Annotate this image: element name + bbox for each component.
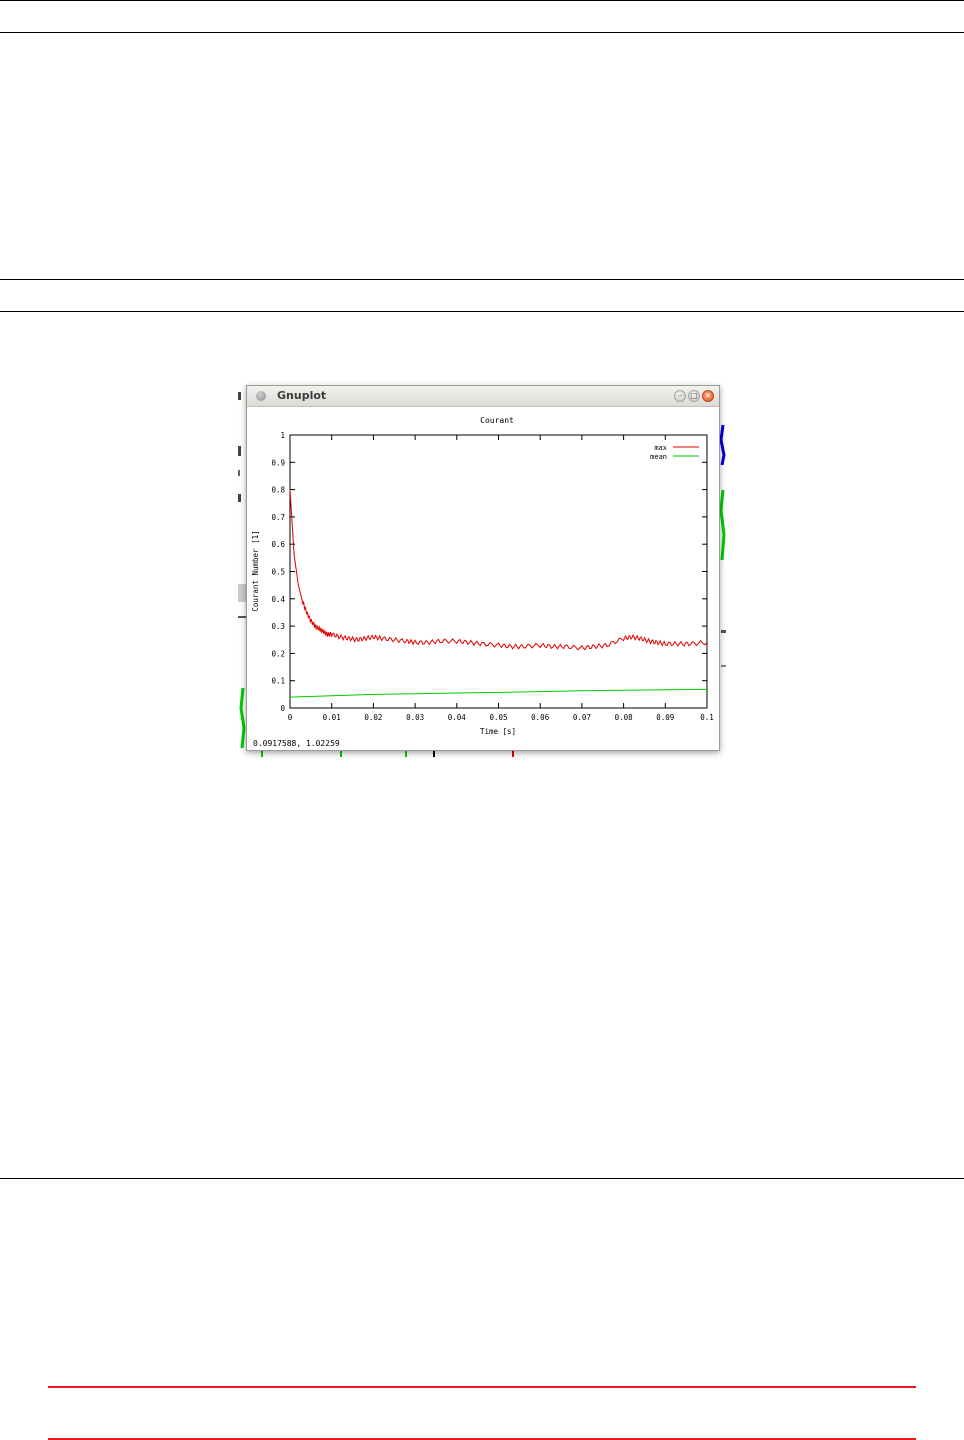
chart-title: Courant [480, 416, 514, 425]
x-tick-label: 0.08 [615, 713, 634, 722]
series-lines [289, 489, 708, 698]
window-title: Gnuplot [277, 389, 327, 402]
window-titlebar[interactable]: Gnuplot – □ × [247, 386, 719, 407]
page-rule [0, 1178, 964, 1179]
y-tick-label: 0.7 [271, 513, 285, 522]
minimize-icon[interactable]: – [674, 390, 686, 402]
x-tick-label: 0.09 [656, 713, 674, 722]
x-tick-label: 0.03 [406, 713, 424, 722]
y-tick-label: 0.9 [271, 458, 285, 467]
gnuplot-window[interactable]: Gnuplot – □ × Courant 0 0.1 0.2 0.3 0.4 0.5 0.… [246, 385, 720, 751]
y-tick-label: 0 [280, 704, 285, 713]
x-axis-ticks: 0 0.01 0.02 0.03 0.04 0.05 0.06 0.07 0.08 0.09 0.1 [288, 435, 714, 722]
plot-frame [289, 434, 708, 709]
window-menu-icon[interactable] [256, 391, 266, 401]
x-tick-label: 0 [288, 713, 293, 722]
close-icon[interactable]: × [702, 390, 714, 402]
y-tick-label: 0.3 [271, 622, 285, 631]
x-tick-label: 0.06 [531, 713, 550, 722]
y-tick-label: 0.8 [271, 486, 285, 495]
x-tick-label: 0.02 [364, 713, 382, 722]
y-tick-label: 0.5 [271, 568, 285, 577]
x-tick-label: 0.05 [489, 713, 507, 722]
x-tick-label: 0.07 [573, 713, 591, 722]
y-tick-label: 1 [280, 431, 285, 440]
y-tick-label: 0.6 [271, 540, 285, 549]
legend: maxmean [650, 444, 699, 461]
x-tick-label: 0.01 [323, 713, 341, 722]
x-tick-label: 0.1 [700, 713, 714, 722]
y-axis-ticks: 0 0.1 0.2 0.3 0.4 0.5 0.6 0.7 0.8 0.9 1 [271, 431, 707, 713]
page-rule [0, 32, 964, 33]
red-rule [48, 1386, 916, 1388]
page-rule [0, 279, 964, 280]
series-line-max [289, 489, 708, 651]
y-tick-label: 0.2 [271, 649, 285, 658]
y-tick-label: 0.4 [271, 595, 285, 604]
x-tick-label: 0.04 [448, 713, 467, 722]
y-axis-label: Courant Number [1] [251, 530, 260, 611]
page-rule [0, 311, 964, 312]
legend-label: max [654, 444, 667, 452]
legend-label: mean [650, 453, 667, 461]
cursor-coordinates: 0.0917588, 1.02259 [253, 739, 340, 748]
courant-plot: Courant 00.10.20.30.40.50.60.70.80.91 00… [251, 416, 714, 736]
maximize-icon[interactable]: □ [688, 390, 700, 402]
page-rule-top [0, 0, 964, 1]
x-axis-label: Time [s] [480, 727, 516, 736]
series-line-mean [289, 688, 708, 698]
y-tick-label: 0.1 [271, 677, 285, 686]
